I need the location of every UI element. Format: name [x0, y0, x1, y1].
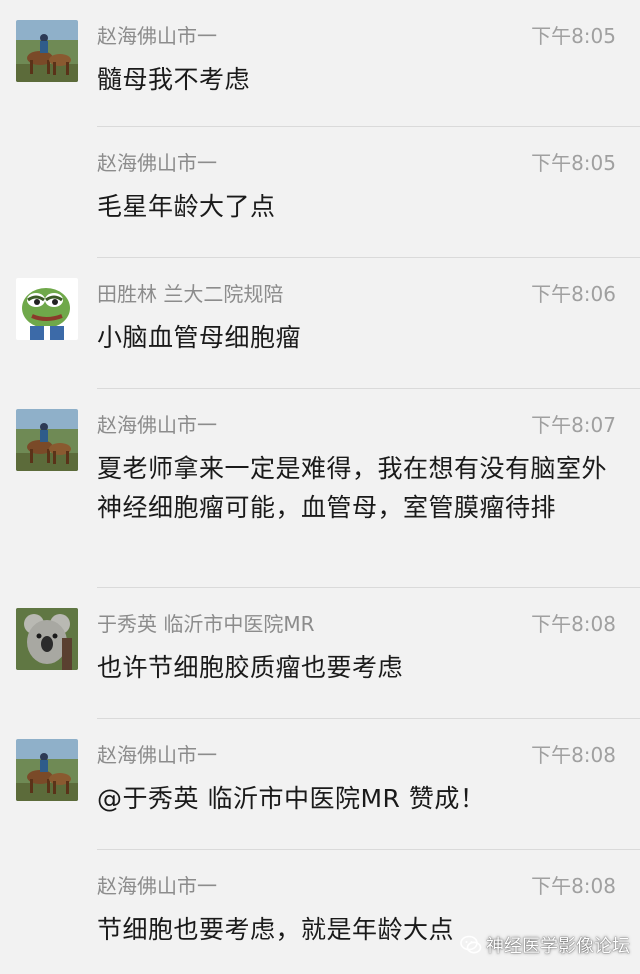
sender-name: 赵海佛山市一	[97, 743, 217, 767]
koala-avatar[interactable]	[16, 608, 78, 670]
comment-item: 于秀英 临沂市中医院MR 下午8:08 也许节细胞胶质瘤也要考虑	[0, 588, 640, 719]
horse-rider-avatar[interactable]	[16, 20, 78, 82]
horse-rider-avatar[interactable]	[16, 739, 78, 801]
comment-item: 田胜林 兰大二院规陪 下午8:06 小脑血管母细胞瘤	[0, 258, 640, 389]
sender-name: 赵海佛山市一	[97, 874, 217, 898]
frog-avatar[interactable]	[16, 278, 78, 340]
wechat-icon	[460, 935, 482, 954]
sender-name: 于秀英 临沂市中医院MR	[97, 612, 315, 636]
message-text: @于秀英 临沂市中医院MR 赞成！	[97, 784, 486, 813]
message-text: 夏老师拿来一定是难得，我在想有没有脑室外神经细胞瘤可能，血管母，室管膜瘤待排	[97, 454, 608, 522]
comment-item: 赵海佛山市一 下午8:05 髓母我不考虑	[0, 0, 640, 127]
message-time: 下午8:05	[531, 151, 616, 175]
sender-name: 赵海佛山市一	[97, 24, 217, 48]
comment-item: 赵海佛山市一 下午8:07 夏老师拿来一定是难得，我在想有没有脑室外神经细胞瘤可…	[0, 389, 640, 588]
horse-rider-avatar[interactable]	[16, 409, 78, 471]
message-time: 下午8:06	[531, 282, 616, 306]
watermark: 神经医学影像论坛	[460, 932, 630, 958]
message-time: 下午8:07	[531, 413, 616, 437]
message-text: 髓母我不考虑	[97, 65, 251, 94]
message-time: 下午8:08	[531, 612, 616, 636]
message-text: 毛星年龄大了点	[97, 192, 276, 221]
comment-item: 赵海佛山市一 下午8:05 毛星年龄大了点	[0, 127, 640, 258]
watermark-text: 神经医学影像论坛	[486, 936, 630, 957]
message-text: 也许节细胞胶质瘤也要考虑	[97, 653, 404, 682]
message-time: 下午8:08	[531, 874, 616, 898]
message-time: 下午8:05	[531, 24, 616, 48]
message-text: 小脑血管母细胞瘤	[97, 323, 302, 352]
sender-name: 田胜林 兰大二院规陪	[97, 282, 284, 306]
sender-name: 赵海佛山市一	[97, 413, 217, 437]
comment-item: 赵海佛山市一 下午8:08 @于秀英 临沂市中医院MR 赞成！	[0, 719, 640, 850]
message-time: 下午8:08	[531, 743, 616, 767]
sender-name: 赵海佛山市一	[97, 151, 217, 175]
